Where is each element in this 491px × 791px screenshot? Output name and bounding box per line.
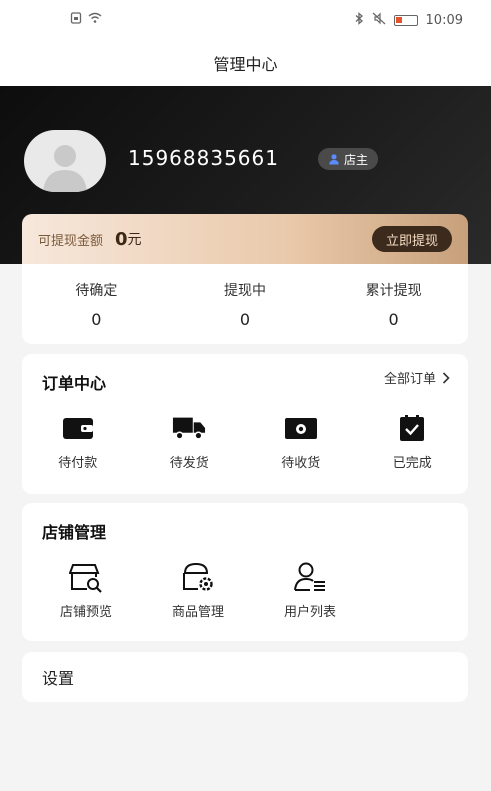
- product-management[interactable]: 商品管理: [142, 561, 254, 620]
- profile-phone: 15968835661: [128, 146, 279, 170]
- shop-tool-label: 用户列表: [283, 605, 336, 620]
- order-status-label: 待发货: [169, 456, 209, 471]
- stat-value: 0: [239, 309, 251, 329]
- status-bar: 10:09: [0, 0, 491, 40]
- user-icon: [329, 154, 339, 165]
- withdraw-stats: 待确定 0 提现中 0 累计提现 0: [22, 264, 468, 344]
- shop-preview[interactable]: 店铺预览: [30, 561, 142, 620]
- stat-pending-confirm[interactable]: 待确定 0: [36, 280, 156, 329]
- withdraw-bar: 可提现金额 0 元 立即提现: [22, 214, 468, 264]
- chevron-right-icon: [442, 371, 450, 384]
- status-right: 10:09: [354, 11, 463, 29]
- shop-tools-row: 店铺预览 商品管理 用户列表: [22, 561, 468, 620]
- order-pending-receipt[interactable]: 待收货: [251, 412, 351, 471]
- order-center-card: 订单中心 全部订单 待付款 待发货 待收货 已完成: [22, 354, 468, 494]
- clipboard-check-icon: [395, 412, 429, 444]
- mute-icon: [372, 12, 386, 29]
- order-status-label: 已完成: [392, 456, 432, 471]
- truck-icon: [172, 412, 206, 444]
- order-completed[interactable]: 已完成: [362, 412, 462, 471]
- withdraw-amount: 0: [115, 228, 128, 250]
- settings-label: 设置: [42, 669, 75, 688]
- wallet-icon: [61, 412, 95, 444]
- stat-label: 累计提现: [365, 282, 422, 299]
- battery-icon: [393, 14, 418, 26]
- stat-label: 待确定: [75, 282, 118, 299]
- order-center-title: 订单中心: [42, 374, 107, 393]
- order-status-row: 待付款 待发货 待收货 已完成: [22, 412, 468, 471]
- user-list[interactable]: 用户列表: [254, 561, 366, 620]
- stat-total-withdrawn[interactable]: 累计提现 0: [334, 280, 454, 329]
- settings-row[interactable]: 设置: [22, 652, 468, 702]
- avatar[interactable]: [24, 130, 106, 192]
- order-pending-payment[interactable]: 待付款: [28, 412, 128, 471]
- withdraw-label: 可提现金额: [38, 233, 104, 249]
- status-time: 10:09: [425, 12, 463, 28]
- page-title: 管理中心: [213, 55, 278, 74]
- bluetooth-icon: [354, 11, 364, 29]
- user-list-icon: [293, 561, 327, 593]
- all-orders-link[interactable]: 全部订单: [384, 368, 450, 387]
- order-status-label: 待收货: [281, 456, 321, 471]
- role-badge: 店主: [318, 148, 379, 170]
- status-left: [70, 12, 102, 28]
- store-settings-icon: [181, 561, 215, 593]
- nav-bar: 管理中心: [0, 40, 491, 86]
- all-orders-label: 全部订单: [383, 372, 436, 387]
- stat-value: 0: [91, 309, 102, 329]
- shop-tool-label: 店铺预览: [59, 605, 112, 620]
- shop-management-card: 店铺管理 店铺预览 商品管理 用户列表: [22, 503, 468, 641]
- role-label: 店主: [344, 152, 369, 167]
- shop-tool-label: 商品管理: [171, 605, 224, 620]
- shop-management-title: 店铺管理: [42, 523, 107, 542]
- package-icon: [284, 412, 318, 444]
- order-status-label: 待付款: [58, 456, 98, 471]
- withdraw-button[interactable]: 立即提现: [371, 226, 452, 252]
- stat-label: 提现中: [223, 282, 266, 299]
- withdraw-unit: 元: [127, 232, 142, 248]
- store-search-icon: [69, 561, 103, 593]
- stat-withdrawing[interactable]: 提现中 0: [185, 280, 305, 329]
- stat-value: 0: [388, 309, 399, 329]
- order-pending-shipment[interactable]: 待发货: [139, 412, 239, 471]
- wifi-icon: [88, 12, 102, 28]
- default-avatar-icon: [43, 145, 87, 192]
- sim-icon: [70, 12, 82, 28]
